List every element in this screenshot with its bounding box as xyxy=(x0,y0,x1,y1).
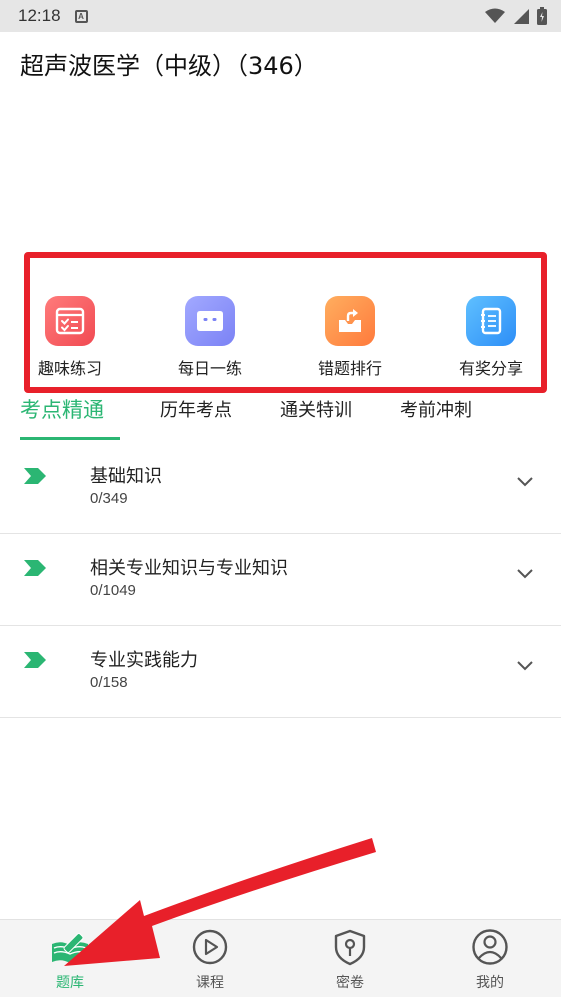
tab-key-points[interactable]: 考点精通 xyxy=(20,394,104,424)
nav-item-question-bank[interactable]: 题库 xyxy=(30,928,110,992)
list-item[interactable]: 相关专业知识与专业知识 0/1049 xyxy=(0,534,561,626)
chevron-flag-icon xyxy=(24,468,46,484)
chapter-title: 基础知识 xyxy=(90,466,162,487)
tab-indicator xyxy=(20,437,120,440)
nav-label: 我的 xyxy=(476,975,504,991)
page-title: 超声波医学（中级）（346） xyxy=(20,52,318,80)
book-pen-icon xyxy=(52,933,88,963)
annotation-highlight-box xyxy=(24,252,547,393)
nav-label: 课程 xyxy=(196,975,224,991)
status-time: 12:18 xyxy=(18,6,61,25)
chevron-flag-icon xyxy=(24,652,46,668)
battery-icon xyxy=(537,7,547,25)
chevron-down-icon[interactable] xyxy=(516,568,534,580)
list-item[interactable]: 专业实践能力 0/158 xyxy=(0,626,561,718)
chevron-down-icon[interactable] xyxy=(516,476,534,488)
tab-final-sprint[interactable]: 考前冲刺 xyxy=(400,396,472,422)
nav-item-profile[interactable]: 我的 xyxy=(450,928,530,992)
shield-key-icon xyxy=(334,929,366,966)
chevron-flag-icon xyxy=(24,560,46,576)
chapter-count: 0/1049 xyxy=(90,582,136,599)
bottom-nav: 题库 课程 密卷 我的 xyxy=(0,919,561,997)
chapter-list: 基础知识 0/349 相关专业知识与专业知识 0/1049 专业实践能力 0/1… xyxy=(0,442,561,718)
tab-bar: 考点精通 历年考点 通关特训 考前冲刺 xyxy=(0,392,561,442)
nav-item-courses[interactable]: 课程 xyxy=(170,928,250,992)
wifi-icon xyxy=(485,8,505,23)
status-bar: 12:18 A xyxy=(0,0,561,32)
chapter-title: 相关专业知识与专业知识 xyxy=(90,558,288,579)
play-circle-icon xyxy=(192,929,228,965)
cell-signal-icon xyxy=(514,9,529,24)
chevron-down-icon[interactable] xyxy=(516,660,534,672)
nav-label: 题库 xyxy=(56,975,84,991)
status-indicators xyxy=(485,7,547,25)
tab-special-training[interactable]: 通关特训 xyxy=(280,396,352,422)
nav-label: 密卷 xyxy=(336,975,364,991)
user-circle-icon xyxy=(472,929,508,965)
chapter-title: 专业实践能力 xyxy=(90,650,198,671)
list-item[interactable]: 基础知识 0/349 xyxy=(0,442,561,534)
nav-item-secret-papers[interactable]: 密卷 xyxy=(310,928,390,992)
notification-icon: A xyxy=(74,9,88,23)
tab-past-points[interactable]: 历年考点 xyxy=(160,396,232,422)
chapter-count: 0/158 xyxy=(90,674,128,691)
chapter-count: 0/349 xyxy=(90,490,128,507)
